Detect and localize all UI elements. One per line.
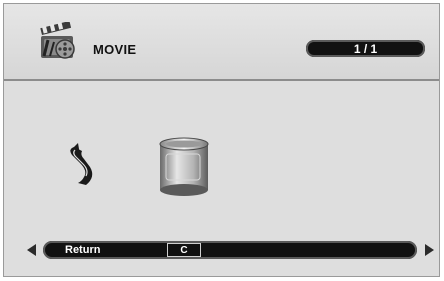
page-indicator: 1 / 1 — [306, 40, 425, 57]
page-title: MOVIE — [93, 42, 137, 57]
file-info-bar: Return C — [43, 241, 417, 259]
selected-item-name: Return — [65, 244, 101, 256]
folder-cylinder-icon[interactable] — [156, 136, 212, 198]
return-arrow-icon[interactable] — [66, 141, 102, 191]
header: MOVIE 1 / 1 — [4, 4, 439, 81]
file-list — [4, 81, 439, 241]
triangle-left-icon[interactable] — [27, 244, 36, 256]
main-panel: MOVIE 1 / 1 Return C — [3, 3, 440, 277]
file-info-bar-row: Return C — [4, 237, 439, 267]
triangle-right-icon[interactable] — [425, 244, 434, 256]
movie-browser-screen: MOVIE 1 / 1 Return C — [0, 0, 444, 281]
selected-item-code: C — [167, 243, 201, 257]
movie-clapper-icon — [40, 22, 75, 59]
